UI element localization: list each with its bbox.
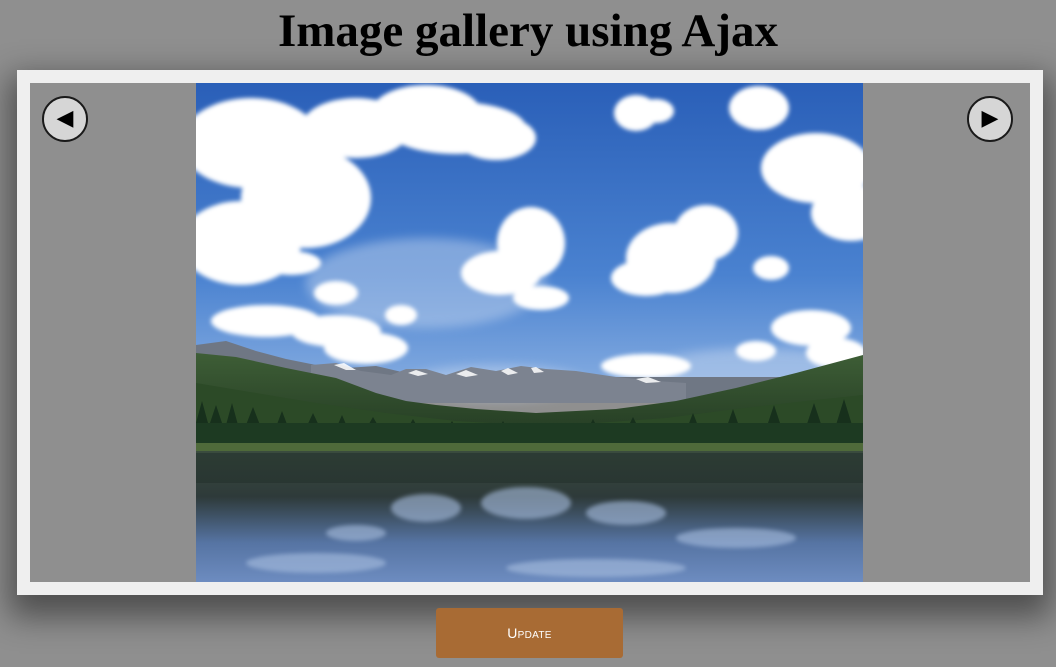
update-button[interactable]: Update <box>436 608 623 658</box>
next-button[interactable]: ▶ <box>967 96 1013 142</box>
previous-button[interactable]: ◀ <box>42 96 88 142</box>
gallery-stage: ◀ ▶ <box>30 83 1030 582</box>
page-title: Image gallery using Ajax <box>277 5 779 57</box>
gallery-frame: ◀ ▶ <box>17 70 1043 595</box>
right-triangle-icon: ▶ <box>981 106 999 131</box>
gallery-image <box>196 83 863 582</box>
left-triangle-icon: ◀ <box>56 106 74 131</box>
